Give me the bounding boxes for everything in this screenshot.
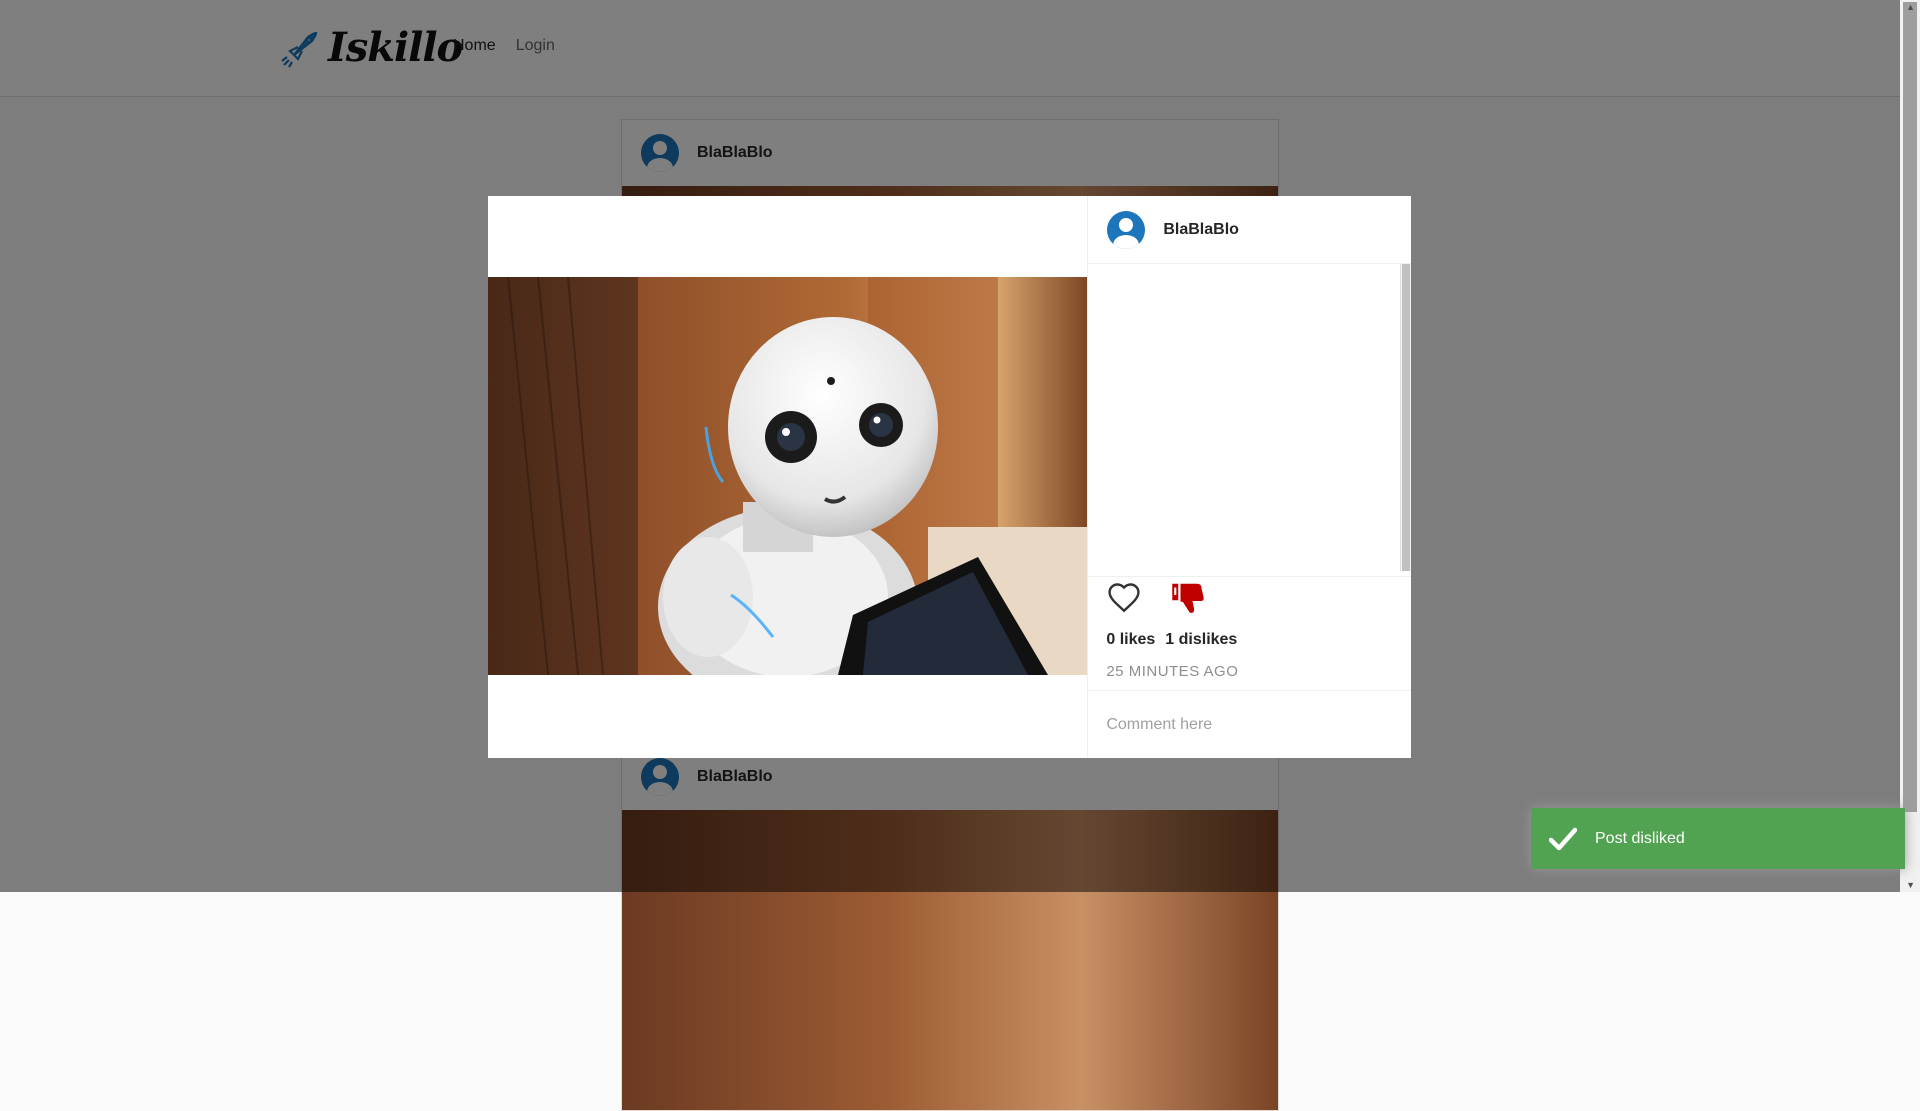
heart-outline-icon[interactable] [1106,580,1142,621]
page-scrollbar-thumb[interactable] [1903,2,1917,812]
modal-header: BlaBlaBlo [1088,196,1411,264]
reaction-icons [1106,580,1206,621]
reaction-counts: 0 likes 1 dislikes [1106,631,1237,649]
avatar[interactable] [1107,210,1146,249]
checkmark-icon [1549,827,1577,850]
scroll-up-icon[interactable]: ▲ [1906,2,1915,12]
thumbs-down-icon[interactable] [1170,580,1206,621]
comments-scrollbar[interactable] [1400,264,1412,571]
post-modal: BlaBlaBlo 0 likes 1 dislikes 25 MINUTES … [488,196,1412,758]
toast-message: Post disliked [1595,829,1685,847]
modal-image-pane [488,196,1088,758]
post-image [488,277,1088,675]
post-actions: 0 likes 1 dislikes 25 MINUTES AGO [1088,576,1412,691]
dislikes-count: 1 dislikes [1165,631,1238,648]
toast-notification[interactable]: Post disliked [1531,808,1905,869]
comment-box [1088,690,1411,758]
modal-details-pane: BlaBlaBlo 0 likes 1 dislikes 25 MINUTES … [1087,196,1412,758]
comments-list[interactable] [1088,264,1412,571]
likes-count: 0 likes [1106,631,1156,648]
modal-username[interactable]: BlaBlaBlo [1163,221,1239,239]
page-scrollbar[interactable]: ▲ ▼ [1900,0,1920,892]
comment-input[interactable] [1104,710,1399,740]
comments-scrollbar-thumb[interactable] [1402,264,1411,571]
scroll-down-icon[interactable]: ▼ [1906,880,1915,890]
post-timestamp: 25 MINUTES AGO [1106,663,1239,680]
